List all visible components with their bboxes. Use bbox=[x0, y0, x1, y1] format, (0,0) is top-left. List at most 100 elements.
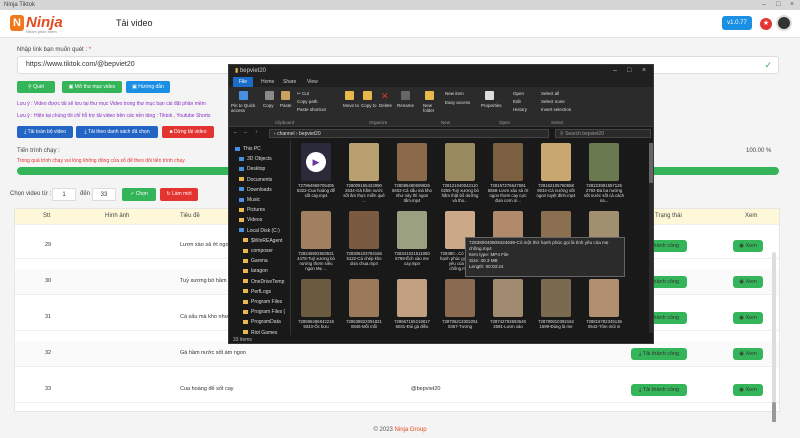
new-folder-button[interactable]: New folder bbox=[423, 103, 439, 113]
scrollbar-thumb[interactable] bbox=[772, 402, 776, 424]
version-badge[interactable]: v1.0.77 bbox=[722, 16, 752, 30]
view-button[interactable]: ◉ Xem bbox=[733, 384, 763, 396]
range-to-input[interactable]: 33 bbox=[92, 188, 116, 201]
nav-item[interactable]: PerfLogs bbox=[243, 289, 271, 295]
nav-item[interactable]: Desktop bbox=[239, 166, 265, 172]
paste-shortcut-button[interactable]: Paste shortcut bbox=[297, 107, 326, 112]
nav-item[interactable]: This PC bbox=[235, 146, 261, 152]
file-tile[interactable]: 728706213302251 0367-Tương bbox=[439, 279, 481, 335]
folder-icon bbox=[239, 207, 244, 212]
invert-selection-button[interactable]: Invert selection bbox=[541, 107, 571, 112]
nav-item[interactable]: Pictures bbox=[239, 207, 265, 213]
table-scrollbar[interactable] bbox=[772, 252, 776, 438]
nav-item[interactable]: $WinREAgent bbox=[243, 238, 282, 244]
select-range-label: Chọn video từ : bbox=[10, 191, 52, 197]
avatar[interactable] bbox=[776, 15, 792, 31]
nav-item[interactable]: laragon bbox=[243, 268, 268, 274]
back-arrow-icon[interactable]: ← bbox=[233, 129, 238, 134]
new-folder-icon bbox=[425, 91, 434, 100]
properties-button[interactable]: Properties bbox=[481, 103, 502, 108]
path-breadcrumb[interactable]: › channel › bepviet20 bbox=[269, 129, 549, 138]
view-button[interactable]: ◉ Xem bbox=[733, 348, 763, 360]
open-button[interactable]: Open bbox=[513, 91, 524, 96]
file-tile[interactable]: 728341021511050 6798-Ếch xào me cay.mp4 bbox=[391, 211, 433, 275]
maximize-icon[interactable]: □ bbox=[627, 65, 631, 77]
file-tile[interactable]: 728667155219817 6031-Đùi gà điều bbox=[391, 279, 433, 335]
nav-item[interactable]: composer bbox=[243, 248, 273, 254]
paste-button[interactable]: Paste bbox=[280, 103, 292, 108]
tab-view[interactable]: View bbox=[301, 77, 324, 87]
nav-item[interactable]: Program Files ( bbox=[243, 309, 285, 315]
reset-button[interactable]: ↻ Làm mới bbox=[160, 188, 198, 201]
range-from-input[interactable]: 1 bbox=[52, 188, 76, 201]
edit-button[interactable]: Edit bbox=[513, 99, 521, 104]
nav-item[interactable]: Music bbox=[239, 197, 260, 203]
minimize-icon[interactable]: – bbox=[762, 0, 766, 10]
scan-button[interactable]: ⚲ Quét bbox=[17, 81, 55, 93]
easy-access-button[interactable]: Easy access bbox=[445, 100, 470, 105]
download-selected-button[interactable]: ⤓ Tải theo danh sách đã chọn bbox=[76, 126, 158, 138]
explorer-scrollbar[interactable] bbox=[649, 143, 653, 333]
view-button[interactable]: ◉ Xem bbox=[733, 276, 763, 288]
footer-brand[interactable]: Ninja Group bbox=[395, 427, 427, 433]
maximize-icon[interactable]: □ bbox=[776, 0, 780, 10]
nav-item[interactable]: Downloads bbox=[239, 187, 272, 193]
explorer-search-input[interactable]: ⚲ Search bepviet20 bbox=[555, 129, 651, 138]
history-button[interactable]: History bbox=[513, 107, 527, 112]
file-tile[interactable]: 728742793593648 2591-Lươn xào bbox=[487, 279, 529, 335]
guide-button[interactable]: ▣ Hướng dẫn bbox=[126, 81, 170, 93]
file-tile[interactable]: 728157276647681 5658-Lươn xào sả ớt ngon… bbox=[487, 143, 529, 207]
new-item-button[interactable]: New item bbox=[445, 91, 464, 96]
file-tile[interactable]: 728009155422990 2634-Gà hầm nước sốt ăm … bbox=[343, 143, 385, 207]
tab-share[interactable]: Share bbox=[277, 77, 302, 87]
file-name: 728341021511050 6798-Ếch xào me cay.mp4 bbox=[394, 251, 430, 266]
rename-button[interactable]: Rename bbox=[397, 103, 414, 108]
choose-button[interactable]: ✓ Chọn bbox=[122, 188, 156, 201]
explorer-scrollbar-thumb[interactable] bbox=[649, 143, 653, 183]
select-all-button[interactable]: Select all bbox=[541, 91, 559, 96]
minimize-icon[interactable]: – bbox=[613, 65, 617, 77]
file-tile[interactable]: 728306103784166 5122-Cá chép kho dưa chu… bbox=[343, 211, 385, 275]
copy-button[interactable]: Copy bbox=[263, 103, 274, 108]
star-icon[interactable]: ★ bbox=[760, 18, 772, 30]
breadcrumb-bepviet20[interactable]: bepviet20 bbox=[299, 131, 321, 137]
nav-item[interactable]: ProgramData bbox=[243, 319, 281, 325]
view-button[interactable]: ◉ Xem bbox=[733, 240, 763, 252]
pin-quick-access-button[interactable]: Pin to Quick access bbox=[231, 103, 259, 113]
nav-item[interactable]: 3D Objects bbox=[239, 156, 272, 162]
copy-to-button[interactable]: Copy to bbox=[361, 103, 377, 108]
open-folder-button[interactable]: ▣ Mở thư mục video bbox=[62, 81, 122, 93]
tab-file[interactable]: File bbox=[233, 77, 254, 87]
up-arrow-icon[interactable]: ↑ bbox=[255, 129, 257, 134]
file-tile[interactable]: 728223981557126 2792-Ba ba nướng sốt nướ… bbox=[583, 143, 625, 207]
stop-download-button[interactable]: ■ Dừng tải video bbox=[162, 126, 214, 138]
file-tile[interactable]: 728816782345136 0542-Tôm mũi ni bbox=[583, 279, 625, 335]
folder-icon bbox=[243, 309, 248, 314]
file-tile[interactable]: 728638822091821 0846-Mỗi mỗi bbox=[343, 279, 385, 335]
close-icon[interactable]: × bbox=[642, 65, 646, 77]
delete-button[interactable]: Delete bbox=[379, 103, 392, 108]
cut-button[interactable]: ✂ Cut bbox=[297, 91, 309, 97]
file-tile[interactable]: 728121040042110 0255-Tuỷ xương bò hầm th… bbox=[439, 143, 481, 207]
file-tile[interactable]: 728162105760658 9034-Cá nướng sốt ngon t… bbox=[535, 143, 577, 207]
nav-item[interactable]: Videos bbox=[239, 217, 262, 223]
download-all-button[interactable]: ⤓ Tải toàn bộ video bbox=[17, 126, 73, 138]
file-tile[interactable]: 728595496842218 9343-Ốc bưu bbox=[295, 279, 337, 335]
file-tile[interactable]: 728245902503531 4478-Tuỷ xương bò nướng … bbox=[295, 211, 337, 275]
nav-item[interactable]: Documents bbox=[239, 177, 272, 183]
nav-item[interactable]: OneDriveTemp bbox=[243, 279, 284, 285]
nav-item[interactable]: Garena bbox=[243, 258, 268, 264]
copy-path-button[interactable]: Copy path bbox=[297, 99, 318, 104]
breadcrumb-channel[interactable]: channel bbox=[277, 131, 295, 137]
nav-item[interactable]: Local Disk (C:) bbox=[239, 228, 280, 234]
nav-item[interactable]: Program Files bbox=[243, 299, 282, 305]
view-button[interactable]: ◉ Xem bbox=[733, 312, 763, 324]
move-to-button[interactable]: Move to bbox=[343, 103, 359, 108]
file-tile[interactable]: 728086480609826 6602-Cá sấu mà kho như n… bbox=[391, 143, 433, 207]
nav-item-label: Garena bbox=[251, 258, 268, 265]
forward-arrow-icon[interactable]: → bbox=[243, 129, 248, 134]
select-none-button[interactable]: Select none bbox=[541, 99, 565, 104]
close-icon[interactable]: × bbox=[790, 0, 794, 10]
file-tile[interactable]: ▶ 727964969705405 5322-Cua hoàng đế sốt c… bbox=[295, 143, 337, 207]
file-tile[interactable]: 728780810392162 1599-Đùng là me bbox=[535, 279, 577, 335]
